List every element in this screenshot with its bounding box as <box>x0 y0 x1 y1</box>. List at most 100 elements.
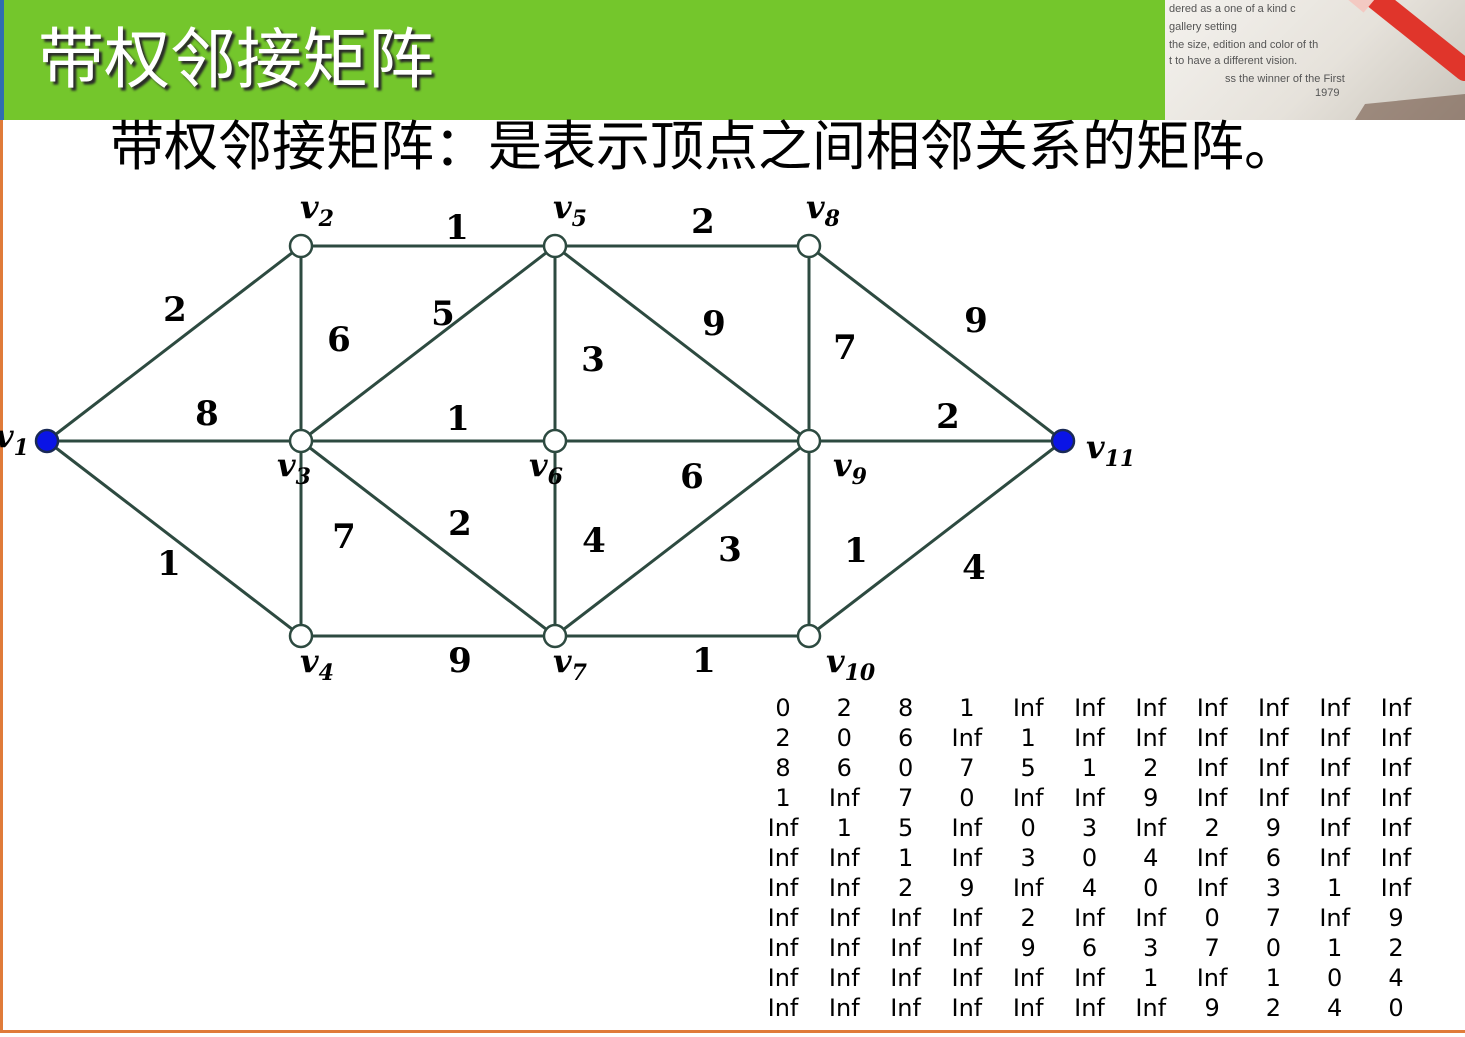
matrix-cell: Inf <box>828 784 860 812</box>
matrix-cell: 9 <box>1388 904 1404 932</box>
matrix-cell: Inf <box>828 874 860 902</box>
matrix-cell: 4 <box>1081 874 1098 902</box>
photo-text-line: the size, edition and color of th <box>1169 39 1318 51</box>
photo-text-line: t to have a different vision. <box>1169 55 1297 67</box>
matrix-cell: Inf <box>1196 844 1228 872</box>
matrix-cell: Inf <box>951 724 983 752</box>
vertex-label-subscript: 3 <box>296 464 311 490</box>
matrix-cell: Inf <box>1012 694 1044 722</box>
vertex-label-v7: v7 <box>553 642 588 686</box>
vertex-label-base: v <box>553 188 572 226</box>
matrix-cell: Inf <box>1196 964 1228 992</box>
matrix-cell: 2 <box>1388 934 1404 962</box>
matrix-cell: Inf <box>1196 724 1228 752</box>
vertex-label-base: v <box>1086 428 1105 466</box>
matrix-cell: 5 <box>1020 754 1036 782</box>
matrix-cell: Inf <box>767 964 799 992</box>
vertex-v1 <box>34 428 60 454</box>
matrix-cell: 0 <box>775 694 791 722</box>
matrix-cell: Inf <box>1135 694 1167 722</box>
edge-weight-v6-v7: 4 <box>582 521 606 561</box>
edge-weight-v5-v6: 3 <box>581 340 605 380</box>
edge-weight-v1-v3: 8 <box>195 394 219 434</box>
vertex-label-subscript: 9 <box>852 464 867 490</box>
matrix-cell: Inf <box>1012 994 1044 1022</box>
matrix-cell: 0 <box>1081 844 1098 872</box>
matrix-cell: Inf <box>1319 904 1351 932</box>
matrix-cell: 6 <box>897 724 914 752</box>
matrix-cell: Inf <box>828 994 860 1022</box>
matrix-cell: Inf <box>828 964 860 992</box>
matrix-cell: Inf <box>1074 694 1105 722</box>
matrix-cell: 2 <box>1265 994 1282 1022</box>
matrix-cell: Inf <box>1196 754 1228 782</box>
matrix-cell: Inf <box>1319 724 1351 752</box>
matrix-cell: Inf <box>1319 844 1351 872</box>
matrix-cell: Inf <box>1196 874 1228 902</box>
matrix-cell: 8 <box>775 754 791 782</box>
vertex-label-v5: v5 <box>553 188 587 232</box>
matrix-cell: Inf <box>1380 874 1412 902</box>
matrix-cell: 2 <box>836 694 852 722</box>
vertex-label-base: v <box>300 188 319 226</box>
vertex-label-base: v <box>0 417 14 455</box>
matrix-cell: 2 <box>1143 754 1159 782</box>
header-bar: 带权邻接矩阵 <box>0 0 1165 120</box>
matrix-cell: 0 <box>1388 994 1404 1022</box>
matrix-cell: 1 <box>959 694 975 722</box>
matrix-cell: Inf <box>951 904 983 932</box>
edge-v1-v2 <box>46 244 302 443</box>
matrix-cell: 1 <box>775 784 791 812</box>
vertex-label-v8: v8 <box>806 188 840 232</box>
vertex-label-v4: v4 <box>300 642 334 686</box>
matrix-cell: Inf <box>767 904 799 932</box>
matrix-cell: 4 <box>1143 844 1159 872</box>
matrix-cell: 9 <box>1020 934 1036 962</box>
matrix-cell: 6 <box>1081 934 1098 962</box>
vertex-label-subscript: 6 <box>548 464 563 490</box>
matrix-cell: Inf <box>1319 754 1351 782</box>
edge-weight-v5-v9: 9 <box>702 304 726 344</box>
vertex-label-v2: v2 <box>300 188 334 232</box>
matrix-cell: 1 <box>836 814 852 842</box>
edge-weight-v2-v3: 6 <box>327 320 351 360</box>
edge-weight-v3-v5: 5 <box>431 294 455 334</box>
matrix-cell: 2 <box>897 874 914 902</box>
matrix-cell: Inf <box>1074 784 1105 812</box>
matrix-cell: 4 <box>1327 994 1343 1022</box>
matrix-cell: Inf <box>1074 724 1105 752</box>
matrix-cell: Inf <box>767 844 799 872</box>
edge-weight-v3-v7: 2 <box>448 504 472 544</box>
edge-weight-v1-v4: 1 <box>157 544 181 584</box>
vertex-v5 <box>542 233 568 259</box>
matrix-cell: Inf <box>1380 754 1412 782</box>
photo-text-line: 1979 <box>1315 87 1339 99</box>
matrix-cell: Inf <box>951 934 983 962</box>
edge-weight-v6-v9: 6 <box>680 457 704 497</box>
edge-weight-v7-v9: 3 <box>718 530 742 570</box>
pen-cap-icon <box>1348 0 1375 13</box>
matrix-cell: Inf <box>828 844 860 872</box>
edge-weight-v7-v10: 1 <box>692 641 716 681</box>
edge-weight-v10-v11: 4 <box>962 548 986 588</box>
edge-weight-v3-v4: 7 <box>332 517 356 557</box>
edge-weight-v8-v11: 9 <box>964 301 988 341</box>
vertex-label-v11: v11 <box>1086 428 1135 472</box>
matrix-cell: 3 <box>1143 934 1159 962</box>
vertex-label-subscript: 8 <box>824 206 840 232</box>
matrix-cell: Inf <box>1135 994 1167 1022</box>
matrix-cell: Inf <box>951 844 983 872</box>
matrix-cell: 2 <box>775 724 791 752</box>
matrix-cell: 1 <box>897 844 914 872</box>
matrix-cell: 5 <box>897 814 914 842</box>
matrix-cell: 8 <box>897 694 914 722</box>
slide-title: 带权邻接矩阵 <box>38 21 434 98</box>
vertex-v8 <box>796 233 822 259</box>
matrix-cell: 9 <box>959 874 975 902</box>
matrix-cell: 1 <box>1327 934 1343 962</box>
matrix-cell: 4 <box>1388 964 1404 992</box>
matrix-cell: Inf <box>1012 964 1044 992</box>
header-photo-image: dered as a one of a kind c gallery setti… <box>1169 0 1465 120</box>
matrix-cell: Inf <box>1380 724 1412 752</box>
matrix-cell: Inf <box>1319 694 1351 722</box>
